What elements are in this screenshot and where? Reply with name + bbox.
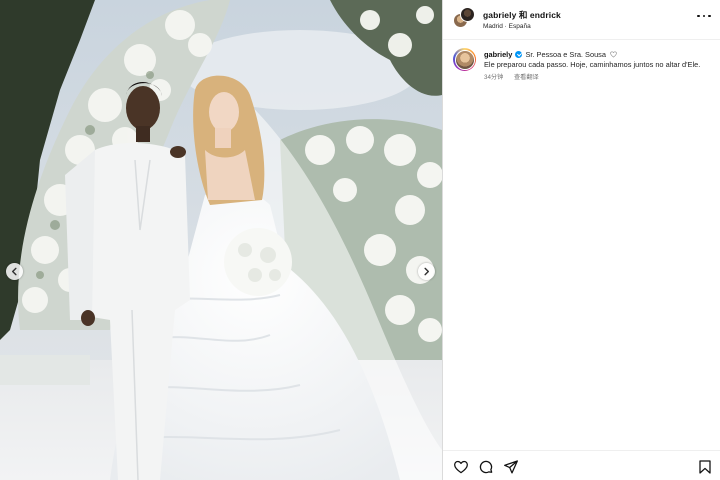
more-horizontal-icon bbox=[697, 14, 700, 18]
send-icon bbox=[504, 460, 518, 474]
heart-outline-icon bbox=[610, 51, 617, 58]
caption-meta: 34分钟 查看翻译 bbox=[484, 73, 712, 83]
post-actions-bar bbox=[443, 450, 720, 480]
caption-text: gabriely Sr. Pessoa e Sra. Sousa Ele pre… bbox=[484, 50, 712, 70]
carousel-next-button[interactable] bbox=[418, 263, 435, 280]
comment-button[interactable] bbox=[478, 459, 494, 475]
caption-username[interactable]: gabriely bbox=[484, 50, 512, 59]
header-info: gabriely 和 endrick Madrid · España bbox=[483, 9, 561, 30]
like-button[interactable] bbox=[453, 459, 469, 475]
caption-line1: Sr. Pessoa e Sra. Sousa bbox=[525, 50, 606, 59]
wedding-photo bbox=[0, 0, 442, 480]
chevron-left-icon bbox=[11, 267, 17, 276]
caption-body: gabriely Sr. Pessoa e Sra. Sousa Ele pre… bbox=[484, 50, 712, 83]
carousel-prev-button[interactable] bbox=[6, 263, 23, 280]
heart-icon bbox=[454, 460, 468, 474]
share-button[interactable] bbox=[503, 459, 519, 475]
collab-usernames[interactable]: gabriely 和 endrick bbox=[483, 9, 561, 21]
see-translation-link[interactable]: 查看翻译 bbox=[514, 74, 539, 81]
post-timestamp[interactable]: 34分钟 bbox=[484, 74, 503, 81]
avatar[interactable] bbox=[453, 48, 476, 71]
verified-badge-icon bbox=[515, 51, 523, 58]
post-side-panel: gabriely 和 endrick Madrid · España gabri… bbox=[442, 0, 720, 480]
more-options-button[interactable] bbox=[697, 12, 711, 20]
bookmark-icon bbox=[699, 460, 711, 474]
save-button[interactable] bbox=[697, 459, 713, 475]
location-link[interactable]: Madrid · España bbox=[483, 23, 561, 30]
comment-icon bbox=[479, 460, 493, 474]
post-media[interactable] bbox=[0, 0, 442, 480]
collab-avatars[interactable] bbox=[453, 7, 475, 29]
avatar bbox=[460, 7, 475, 22]
caption-line2: Ele preparou cada passo. Hoje, caminhamo… bbox=[484, 60, 701, 69]
chevron-right-icon bbox=[424, 267, 430, 276]
post-header: gabriely 和 endrick Madrid · España bbox=[443, 0, 720, 40]
